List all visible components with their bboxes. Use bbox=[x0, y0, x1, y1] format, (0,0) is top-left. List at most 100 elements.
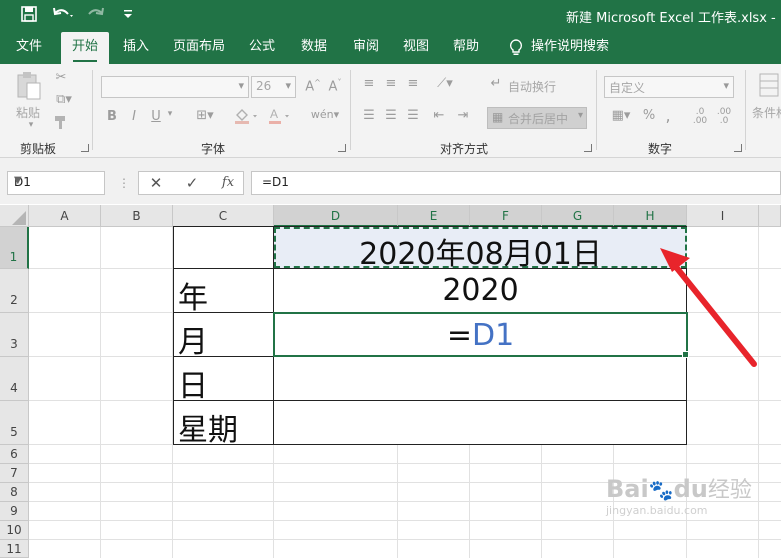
table-divider bbox=[173, 400, 687, 401]
wrap-text-button[interactable]: 自动换行 bbox=[508, 78, 556, 95]
row-header-2[interactable]: 2 bbox=[0, 269, 29, 313]
align-top-icon[interactable]: ≡ bbox=[360, 76, 378, 91]
align-left-icon[interactable]: ☰ bbox=[360, 108, 378, 123]
tab-data[interactable]: 数据 bbox=[292, 32, 336, 64]
row-header-11[interactable]: 11 bbox=[0, 540, 29, 558]
percent-style-button[interactable]: % bbox=[641, 108, 657, 123]
tell-me-search[interactable]: 操作说明搜索 bbox=[530, 32, 610, 64]
conditional-format-icon[interactable] bbox=[756, 72, 781, 102]
paste-label[interactable]: 粘贴 bbox=[16, 104, 40, 121]
column-header-a[interactable]: A bbox=[29, 205, 101, 227]
phonetic-icon[interactable]: wén▾ bbox=[310, 108, 340, 121]
font-color-icon[interactable]: A bbox=[268, 107, 294, 129]
align-right-icon[interactable]: ☰ bbox=[404, 108, 422, 123]
borders-icon[interactable]: ⊞▾ bbox=[190, 108, 220, 123]
name-box-dropdown-icon[interactable]: ▼ bbox=[14, 175, 100, 186]
underline-dropdown-icon[interactable]: ▾ bbox=[164, 109, 176, 119]
group-divider bbox=[92, 70, 93, 150]
column-header-d[interactable]: D bbox=[274, 205, 398, 227]
decrease-font-icon[interactable]: A˅ bbox=[325, 78, 345, 94]
orientation-icon[interactable]: ⟋▾ bbox=[430, 76, 460, 91]
tab-file[interactable]: 文件 bbox=[8, 32, 50, 64]
row-header-5[interactable]: 5 bbox=[0, 401, 29, 445]
tab-review[interactable]: 审阅 bbox=[344, 32, 388, 64]
fill-color-icon[interactable] bbox=[232, 107, 262, 129]
font-name-combo[interactable]: ▾ bbox=[101, 76, 249, 98]
row-header-9[interactable]: 9 bbox=[0, 502, 29, 521]
undo-icon[interactable] bbox=[50, 6, 76, 26]
paste-icon[interactable] bbox=[14, 70, 44, 106]
row-header-10[interactable]: 10 bbox=[0, 521, 29, 540]
cancel-icon[interactable]: ✕ bbox=[146, 173, 166, 193]
wrap-text-icon[interactable]: ↵ bbox=[488, 76, 504, 91]
column-header-j[interactable] bbox=[759, 205, 781, 227]
cell-c4-day[interactable]: 日 bbox=[178, 361, 208, 405]
row-header-7[interactable]: 7 bbox=[0, 464, 29, 483]
number-group-label: 数字 bbox=[648, 142, 673, 156]
cut-icon[interactable]: ✂ bbox=[52, 70, 70, 85]
increase-decimal-icon[interactable]: .0.00 bbox=[692, 108, 708, 126]
cell-d1-text: 2020年08月01日 bbox=[359, 237, 602, 272]
row-header-1[interactable]: 1 bbox=[0, 227, 29, 269]
underline-button[interactable]: U bbox=[148, 109, 164, 124]
row-header-3[interactable]: 3 bbox=[0, 313, 29, 357]
tab-formulas[interactable]: 公式 bbox=[240, 32, 284, 64]
ribbon-tabs: 文件 开始 插入 页面布局 公式 数据 审阅 视图 帮助 操作说明搜索 bbox=[0, 32, 781, 64]
customize-qat-icon[interactable] bbox=[118, 6, 138, 26]
column-header-f[interactable]: F bbox=[470, 205, 542, 227]
number-launcher-icon[interactable] bbox=[734, 144, 742, 152]
clipboard-group-label: 剪贴板 bbox=[20, 142, 57, 156]
column-header-b[interactable]: B bbox=[101, 205, 173, 227]
name-box[interactable]: D1 ▼ bbox=[7, 171, 105, 195]
align-middle-icon[interactable]: ≡ bbox=[382, 76, 400, 91]
number-format-combo[interactable]: 自定义 ▾ bbox=[604, 76, 734, 98]
enter-icon[interactable]: ✓ bbox=[182, 173, 202, 193]
merge-center-button[interactable]: ▦ 合并后居中 ▾ bbox=[487, 107, 587, 129]
increase-font-icon[interactable]: A^ bbox=[303, 78, 323, 94]
select-all-corner[interactable] bbox=[0, 205, 29, 227]
format-painter-icon[interactable] bbox=[52, 114, 70, 134]
tab-home[interactable]: 开始 bbox=[61, 32, 109, 64]
clipboard-launcher-icon[interactable] bbox=[81, 144, 89, 152]
decrease-decimal-icon[interactable]: .00.0 bbox=[716, 108, 732, 126]
row-header-8[interactable]: 8 bbox=[0, 483, 29, 502]
font-launcher-icon[interactable] bbox=[338, 144, 346, 152]
alignment-launcher-icon[interactable] bbox=[584, 144, 592, 152]
save-icon[interactable] bbox=[18, 6, 40, 26]
align-center-icon[interactable]: ☰ bbox=[382, 108, 400, 123]
increase-indent-icon[interactable]: ⇥ bbox=[454, 108, 472, 123]
column-header-h[interactable]: H bbox=[614, 205, 687, 227]
column-header-c[interactable]: C bbox=[173, 205, 274, 227]
decrease-indent-icon[interactable]: ⇤ bbox=[430, 108, 448, 123]
accounting-format-icon[interactable]: ▦▾ bbox=[606, 108, 636, 123]
cell-d2-value[interactable]: 2020 bbox=[274, 273, 687, 308]
formula-text: =D1 bbox=[262, 175, 289, 189]
comma-style-button[interactable]: , bbox=[662, 106, 674, 125]
paste-dropdown-icon[interactable]: ▾ bbox=[26, 120, 36, 130]
row-header-4[interactable]: 4 bbox=[0, 357, 29, 401]
redo-icon[interactable] bbox=[84, 6, 110, 26]
gridline bbox=[29, 463, 781, 464]
align-bottom-icon[interactable]: ≡ bbox=[404, 76, 422, 91]
copy-icon[interactable]: ⧉▾ bbox=[52, 92, 76, 107]
tab-page-layout[interactable]: 页面布局 bbox=[166, 32, 232, 64]
tab-help[interactable]: 帮助 bbox=[444, 32, 488, 64]
font-size-combo[interactable]: 26 ▾ bbox=[251, 76, 296, 98]
tab-insert[interactable]: 插入 bbox=[114, 32, 158, 64]
insert-function-icon[interactable]: fx bbox=[218, 173, 238, 193]
row-header-6[interactable]: 6 bbox=[0, 445, 29, 464]
bold-button[interactable]: B bbox=[104, 109, 120, 124]
lightbulb-icon[interactable] bbox=[506, 32, 526, 64]
column-header-e[interactable]: E bbox=[398, 205, 470, 227]
merge-dropdown-icon[interactable]: ▾ bbox=[578, 110, 583, 121]
conditional-format-label[interactable]: 条件格 bbox=[752, 104, 781, 121]
tab-view[interactable]: 视图 bbox=[396, 32, 436, 64]
cell-c3-month[interactable]: 月 bbox=[178, 317, 208, 361]
annotation-arrow-icon bbox=[660, 248, 757, 367]
formula-input[interactable]: =D1 bbox=[251, 171, 781, 195]
column-header-g[interactable]: G bbox=[542, 205, 614, 227]
cell-c2-year[interactable]: 年 bbox=[178, 273, 208, 317]
column-header-i[interactable]: I bbox=[687, 205, 759, 227]
cell-c5-weekday[interactable]: 星期 bbox=[178, 405, 238, 449]
italic-button[interactable]: I bbox=[126, 109, 142, 124]
